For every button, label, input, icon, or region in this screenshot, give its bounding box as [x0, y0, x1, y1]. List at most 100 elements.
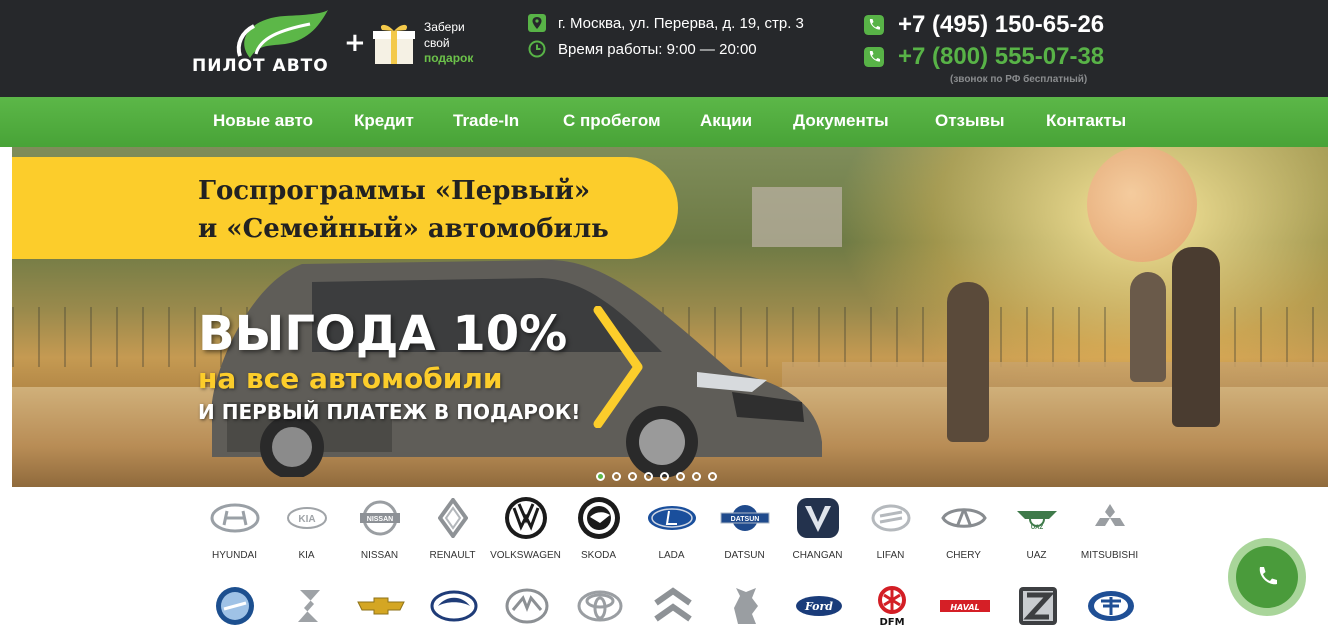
brand-ford[interactable]: Ford — [794, 584, 844, 628]
citroen-logo-icon — [654, 587, 692, 622]
brand-name: KIA — [298, 550, 315, 561]
nav-item-contacts[interactable]: Контакты — [1046, 111, 1126, 131]
ribbon-line-2: и «Семейный» автомобиль — [198, 214, 609, 244]
nav-item-promotions[interactable]: Акции — [700, 111, 752, 131]
nissan-logo-icon: NISSAN — [359, 500, 400, 536]
brand-skoda[interactable]: SKODA — [562, 496, 635, 561]
hours-text: Время работы: 9:00 — 20:00 — [558, 40, 757, 58]
nav-item-used[interactable]: С пробегом — [563, 111, 661, 131]
brand-peugeot[interactable] — [721, 584, 771, 628]
phone-primary[interactable]: +7 (495) 150-65-26 — [864, 11, 1104, 39]
brand-name: RENAULT — [429, 550, 476, 561]
slider-dots — [596, 472, 717, 481]
brand-chevrolet[interactable] — [356, 584, 406, 628]
site-header: ПИЛОТ АВТО + Забери свой подарок г. Моск… — [0, 0, 1328, 97]
faw-logo-icon — [1088, 591, 1134, 621]
brand-citroen[interactable] — [648, 584, 698, 628]
brand-renault[interactable]: RENAULT — [416, 496, 489, 561]
man-figure — [1172, 247, 1220, 427]
call-button-halo — [1228, 538, 1306, 616]
logo-text: ПИЛОТ АВТО — [192, 56, 329, 76]
gift-line-2: свой — [424, 35, 450, 50]
slider-dot[interactable] — [660, 472, 669, 481]
ribbon-text: Госпрограммы «Первый» и «Семейный» автом… — [198, 172, 609, 248]
volkswagen-logo-icon — [504, 497, 547, 539]
phone-secondary-number: +7 (800) 555-07-38 — [898, 43, 1105, 70]
slider-dot[interactable] — [708, 472, 717, 481]
brand-kia[interactable]: KIA KIA — [270, 496, 343, 561]
brand-mazda[interactable] — [502, 584, 552, 628]
nav-item-credit[interactable]: Кредит — [354, 111, 414, 131]
hours-row: Время работы: 9:00 — 20:00 — [528, 40, 757, 58]
mitsubishi-logo-icon — [1094, 504, 1125, 526]
brand-geely[interactable] — [210, 584, 260, 628]
slider-dot[interactable] — [692, 472, 701, 481]
brand-lada[interactable]: LADA — [635, 496, 708, 561]
brand-name: MITSUBISHI — [1080, 550, 1139, 561]
brand-chery[interactable]: CHERY — [927, 496, 1000, 561]
svg-text:UAZ: UAZ — [1030, 525, 1043, 531]
address-row: г. Москва, ул. Перерва, д. 19, стр. 3 — [528, 14, 804, 32]
phone-primary-number: +7 (495) 150-65-26 — [898, 11, 1105, 38]
brand-name: DATSUN — [724, 550, 765, 561]
brand-name: NISSAN — [360, 550, 399, 561]
slider-dot[interactable] — [676, 472, 685, 481]
chery-logo-icon — [940, 508, 987, 528]
brand-nissan[interactable]: NISSAN NISSAN — [343, 496, 416, 561]
mazda-logo-icon — [505, 588, 549, 624]
leaf-icon — [236, 10, 328, 58]
brand-mitsubishi[interactable]: MITSUBISHI — [1073, 496, 1146, 561]
brand-ssangyong[interactable] — [429, 584, 479, 628]
peugeot-logo-icon — [734, 588, 758, 624]
brand-dfm[interactable]: DFM — [867, 584, 917, 628]
slider-dot[interactable] — [628, 472, 637, 481]
address-text: г. Москва, ул. Перерва, д. 19, стр. 3 — [558, 14, 804, 32]
renault-logo-icon — [437, 498, 468, 538]
gift-link[interactable]: Забери свой подарок — [424, 20, 473, 67]
brand-hyundai[interactable]: HYUNDAI — [198, 496, 271, 561]
slider-dot[interactable] — [644, 472, 653, 481]
plus-sign: + — [344, 28, 366, 58]
nav-item-trade-in[interactable]: Trade-In — [453, 111, 519, 131]
datsun-logo-icon: DATSUN — [720, 505, 769, 531]
site-logo[interactable]: ПИЛОТ АВТО — [190, 10, 340, 78]
brand-faw[interactable] — [1086, 584, 1136, 628]
brand-suzuki[interactable] — [283, 584, 333, 628]
slider-dot[interactable] — [612, 472, 621, 481]
ribbon-line-1: Госпрограммы «Первый» — [198, 176, 591, 206]
nav-item-new-cars[interactable]: Новые авто — [213, 111, 313, 131]
banner-tagline: И ПЕРВЫЙ ПЛАТЕЖ В ПОДАРОК! — [198, 400, 581, 424]
phone-icon — [864, 47, 884, 67]
nav-item-documents[interactable]: Документы — [793, 111, 889, 131]
gift-icon[interactable] — [372, 20, 416, 66]
banner-headline: ВЫГОДА 10% — [198, 306, 568, 362]
zotye-logo-icon — [1019, 587, 1057, 625]
brand-zotye[interactable] — [1013, 584, 1063, 628]
brand-volkswagen[interactable]: VOLKSWAGEN — [489, 496, 562, 561]
location-pin-icon — [528, 14, 546, 32]
brand-lifan[interactable]: LIFAN — [854, 496, 927, 561]
gift-line-3: подарок — [424, 51, 474, 65]
slider-dot[interactable] — [596, 472, 605, 481]
geely-logo-icon — [216, 587, 254, 625]
changan-logo-icon — [796, 498, 839, 538]
banner-subline: на все автомобили — [198, 362, 503, 395]
main-nav: Новые авто Кредит Trade-In С пробегом Ак… — [0, 97, 1328, 147]
brand-datsun[interactable]: DATSUN DATSUN — [708, 496, 781, 561]
svg-text:KIA: KIA — [298, 514, 315, 525]
phone-secondary[interactable]: +7 (800) 555-07-38 — [864, 43, 1104, 71]
svg-text:NISSAN: NISSAN — [366, 516, 392, 523]
brand-name: LADA — [658, 550, 685, 561]
call-button[interactable] — [1236, 546, 1298, 608]
brand-name: CHERY — [946, 550, 981, 561]
brand-haval[interactable]: HAVAL — [940, 584, 990, 628]
nav-item-reviews[interactable]: Отзывы — [935, 111, 1005, 131]
brand-name: SKODA — [580, 550, 616, 561]
kia-logo-icon: KIA — [286, 507, 327, 529]
brand-toyota[interactable] — [575, 584, 625, 628]
brand-changan[interactable]: CHANGAN — [781, 496, 854, 561]
brand-uaz[interactable]: UAZ UAZ — [1000, 496, 1073, 561]
svg-text:HAVAL: HAVAL — [950, 603, 979, 612]
chevron-right-icon[interactable] — [592, 306, 644, 428]
phone-icon — [1259, 567, 1277, 585]
